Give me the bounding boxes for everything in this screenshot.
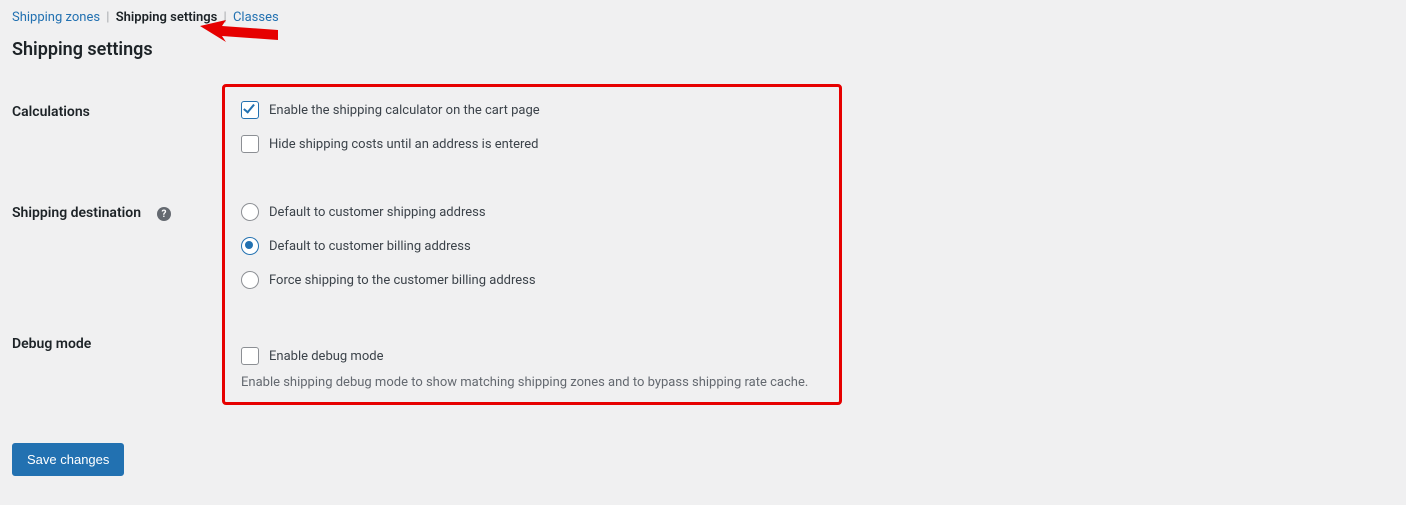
option-hide-shipping-costs[interactable]: Hide shipping costs until an address is … <box>241 127 823 161</box>
subnav-shipping-zones[interactable]: Shipping zones <box>12 10 100 25</box>
radio-icon[interactable] <box>241 237 259 255</box>
settings-form: Calculations Enable the shipping calcula… <box>12 84 1394 421</box>
option-label: Default to customer shipping address <box>269 205 486 220</box>
option-force-billing-address[interactable]: Force shipping to the customer billing a… <box>241 263 823 297</box>
row-heading-destination: Shipping destination ? <box>12 169 222 278</box>
debug-hint-text: Enable shipping debug mode to show match… <box>241 375 823 390</box>
help-icon[interactable]: ? <box>157 207 171 221</box>
debug-group: Enable debug mode Enable shipping debug … <box>241 339 823 390</box>
option-label: Enable the shipping calculator on the ca… <box>269 103 540 118</box>
row-heading-debug: Debug mode <box>12 278 222 421</box>
save-changes-button[interactable]: Save changes <box>12 443 124 476</box>
page-title: Shipping settings <box>12 39 1394 60</box>
option-default-shipping-address[interactable]: Default to customer shipping address <box>241 195 823 229</box>
subnav-separator: | <box>106 10 109 25</box>
option-enable-shipping-calculator[interactable]: Enable the shipping calculator on the ca… <box>241 93 823 127</box>
shipping-subnav: Shipping zones | Shipping settings | Cla… <box>12 10 1394 25</box>
option-label: Enable debug mode <box>269 349 383 364</box>
subnav-shipping-settings[interactable]: Shipping settings <box>116 10 218 25</box>
option-label: Default to customer billing address <box>269 239 471 254</box>
checkbox-icon[interactable] <box>241 101 259 119</box>
subnav-separator: | <box>224 10 227 25</box>
checkbox-icon[interactable] <box>241 347 259 365</box>
highlight-box: Enable the shipping calculator on the ca… <box>222 84 842 405</box>
checkbox-icon[interactable] <box>241 135 259 153</box>
radio-icon[interactable] <box>241 203 259 221</box>
calculations-group: Enable the shipping calculator on the ca… <box>241 93 823 161</box>
subnav-classes[interactable]: Classes <box>233 10 279 25</box>
destination-group: Default to customer shipping address Def… <box>241 195 823 297</box>
option-default-billing-address[interactable]: Default to customer billing address <box>241 229 823 263</box>
option-enable-debug-mode[interactable]: Enable debug mode <box>241 339 823 373</box>
option-label: Force shipping to the customer billing a… <box>269 273 536 288</box>
radio-icon[interactable] <box>241 271 259 289</box>
option-label: Hide shipping costs until an address is … <box>269 137 539 152</box>
row-heading-calculations: Calculations <box>12 84 222 169</box>
